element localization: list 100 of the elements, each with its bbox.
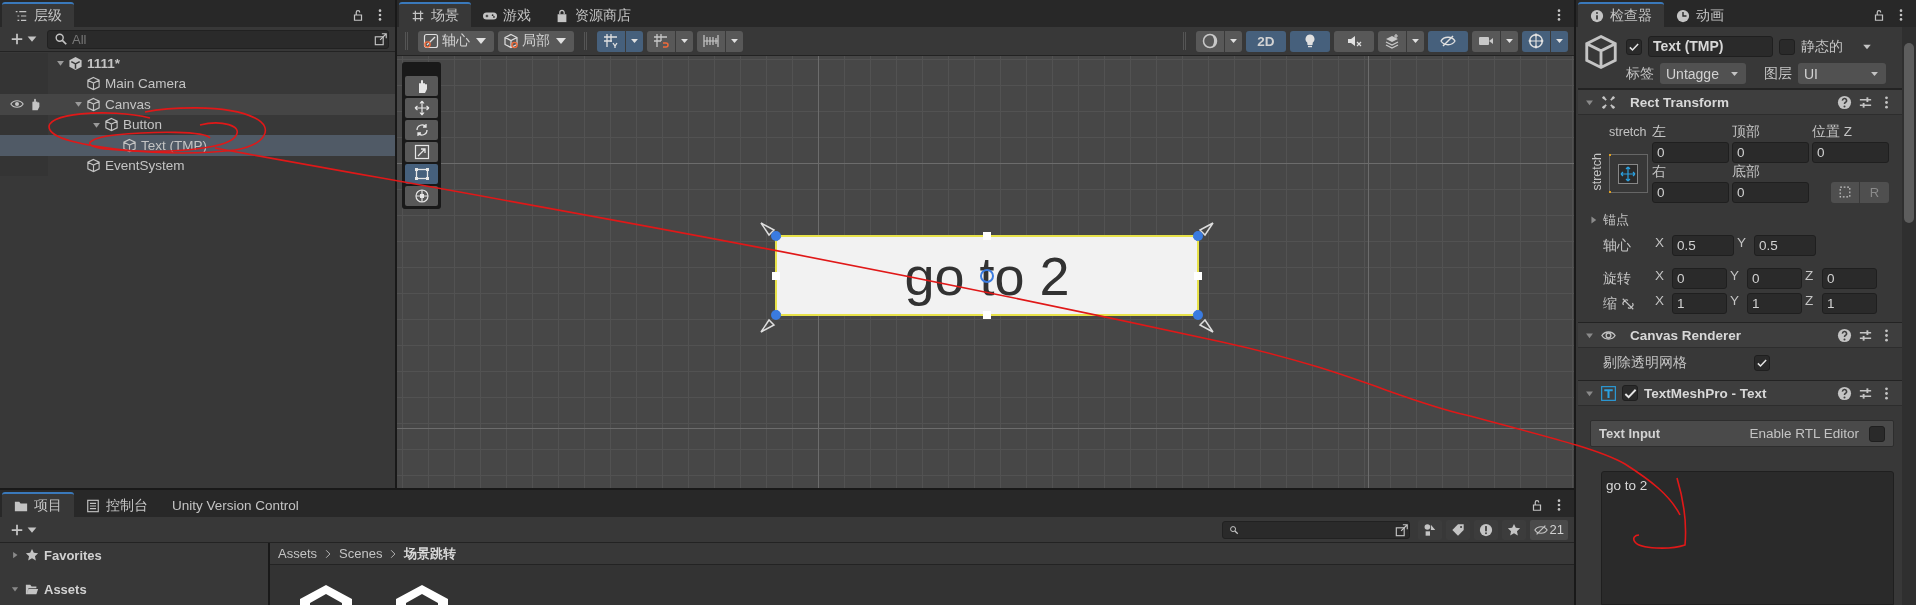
lock-icon[interactable] xyxy=(1530,497,1544,512)
increment-snap-toggle[interactable] xyxy=(697,30,743,52)
selection-gizmo-drawing[interactable] xyxy=(759,221,1215,334)
component-header[interactable]: Canvas Renderer xyxy=(1578,322,1902,348)
axis-label: Y xyxy=(1730,293,1740,310)
tool-button[interactable] xyxy=(405,76,438,96)
axis-label: Z xyxy=(1805,268,1815,285)
2d-toggle[interactable]: 2D xyxy=(1246,30,1286,52)
number-field[interactable]: 0 xyxy=(1652,181,1729,203)
component-header[interactable]: Rect Transform xyxy=(1578,89,1902,115)
breadcrumb-link[interactable]: Scenes xyxy=(339,546,383,562)
clock-icon xyxy=(1676,8,1690,23)
number-field[interactable]: 0 xyxy=(1672,268,1727,289)
filter-button[interactable] xyxy=(1445,519,1470,540)
filter-button[interactable] xyxy=(1473,519,1498,540)
broken-link-icon[interactable] xyxy=(1621,296,1635,311)
help-icon[interactable] xyxy=(1837,327,1852,343)
scrollbar[interactable] xyxy=(1902,27,1916,605)
presets-icon[interactable] xyxy=(1858,327,1873,343)
hierarchy-tab[interactable]: 层级 xyxy=(2,2,74,27)
checkbox[interactable] xyxy=(1869,425,1885,442)
popout-icon[interactable] xyxy=(1394,522,1409,537)
number-field[interactable]: 1 xyxy=(1822,293,1877,314)
number-field[interactable]: 0.5 xyxy=(1672,235,1734,256)
tool-button[interactable] xyxy=(405,164,438,184)
field-label: 顶部 xyxy=(1732,123,1761,141)
lock-icon[interactable] xyxy=(351,7,365,22)
tab[interactable]: 动画 xyxy=(1664,2,1736,27)
number-field[interactable]: 0 xyxy=(1732,141,1809,163)
tab[interactable]: 场景 xyxy=(399,2,471,27)
help-icon[interactable] xyxy=(1837,385,1852,401)
component-header[interactable]: TextMeshPro - Text xyxy=(1578,380,1902,406)
filter-button[interactable] xyxy=(1501,519,1526,540)
snap-toggle[interactable] xyxy=(647,30,693,52)
tag-dropdown[interactable]: Untagge xyxy=(1660,63,1746,84)
component-title: Rect Transform xyxy=(1629,94,1731,110)
layer-dropdown[interactable]: UI xyxy=(1798,63,1886,84)
number-field[interactable]: 0 xyxy=(1652,141,1729,163)
shading-mode-toggle[interactable] xyxy=(1196,30,1242,52)
help-icon[interactable] xyxy=(1837,94,1852,110)
breadcrumb-link[interactable]: Assets xyxy=(278,546,317,562)
number-field[interactable]: 0 xyxy=(1732,181,1809,203)
tab[interactable]: Unity Version Control xyxy=(160,492,311,518)
cube-icon[interactable] xyxy=(1582,33,1620,71)
grid-icon xyxy=(411,8,425,23)
folder-icon xyxy=(25,582,39,597)
camera-toggle[interactable] xyxy=(1472,30,1518,52)
audio-toggle[interactable] xyxy=(1334,30,1374,52)
visibility-toggle[interactable] xyxy=(1428,30,1468,52)
name-field[interactable]: Text (TMP) xyxy=(1648,36,1773,57)
presets-icon[interactable] xyxy=(1858,385,1873,401)
pivot-dropdown[interactable]: 轴心 xyxy=(418,30,494,52)
checkmark-icon xyxy=(1756,357,1768,369)
checkbox[interactable] xyxy=(1754,355,1770,371)
text-input-area[interactable]: go to 2 xyxy=(1601,471,1894,605)
shapes-icon xyxy=(1422,522,1437,537)
star-icon xyxy=(25,548,39,563)
hidden-packages-button[interactable]: 21 xyxy=(1529,519,1568,540)
tree-item[interactable]: Assets xyxy=(0,579,268,600)
lock-icon[interactable] xyxy=(1872,7,1886,22)
breadcrumb-link[interactable]: 场景跳转 xyxy=(404,544,457,563)
tab[interactable]: 游戏 xyxy=(471,2,543,27)
number-field[interactable]: 0.5 xyxy=(1754,235,1816,256)
enabled-checkbox[interactable] xyxy=(1622,385,1638,401)
tree-item[interactable]: Favorites xyxy=(0,545,268,566)
number-field[interactable]: 0 xyxy=(1747,268,1802,289)
lighting-toggle[interactable] xyxy=(1290,30,1330,52)
cube-icon xyxy=(86,76,101,92)
tab[interactable]: 检查器 xyxy=(1578,2,1664,27)
popout-icon[interactable] xyxy=(374,32,388,46)
scene-asset-icon[interactable] xyxy=(394,585,450,605)
gizmos-toggle[interactable] xyxy=(1522,30,1568,52)
tree-item[interactable]: Canvas xyxy=(0,94,395,115)
number-field[interactable]: 1 xyxy=(1747,293,1802,314)
cube-icon xyxy=(86,158,101,174)
foldout[interactable]: 锚点 xyxy=(1578,211,1902,233)
active-checkbox[interactable] xyxy=(1626,38,1642,55)
search-field[interactable] xyxy=(1221,520,1410,539)
number-field[interactable]: 0 xyxy=(1812,141,1889,163)
grid-snap-toggle[interactable] xyxy=(597,30,643,52)
effects-toggle[interactable] xyxy=(1378,30,1424,52)
cube-icon xyxy=(104,117,119,133)
tab[interactable]: 资源商店 xyxy=(543,2,643,27)
tab[interactable]: 控制台 xyxy=(74,492,160,518)
tool-button[interactable] xyxy=(405,186,438,206)
field-label: 轴心 xyxy=(1603,236,1631,255)
tool-button[interactable] xyxy=(405,98,438,118)
blueprint-mode-button[interactable] xyxy=(1831,181,1860,203)
space-dropdown[interactable]: 局部 xyxy=(498,30,574,52)
tab[interactable]: 项目 xyxy=(2,492,74,518)
tool-button[interactable] xyxy=(405,120,438,140)
scrollbar-thumb[interactable] xyxy=(1904,43,1914,223)
filter-button[interactable] xyxy=(1417,519,1442,540)
static-checkbox[interactable] xyxy=(1779,38,1795,55)
presets-icon[interactable] xyxy=(1858,94,1873,110)
scene-asset-icon[interactable] xyxy=(298,585,354,605)
star-icon xyxy=(1506,522,1521,537)
tool-button[interactable] xyxy=(405,142,438,162)
number-field[interactable]: 0 xyxy=(1822,268,1877,289)
number-field[interactable]: 1 xyxy=(1672,293,1727,314)
